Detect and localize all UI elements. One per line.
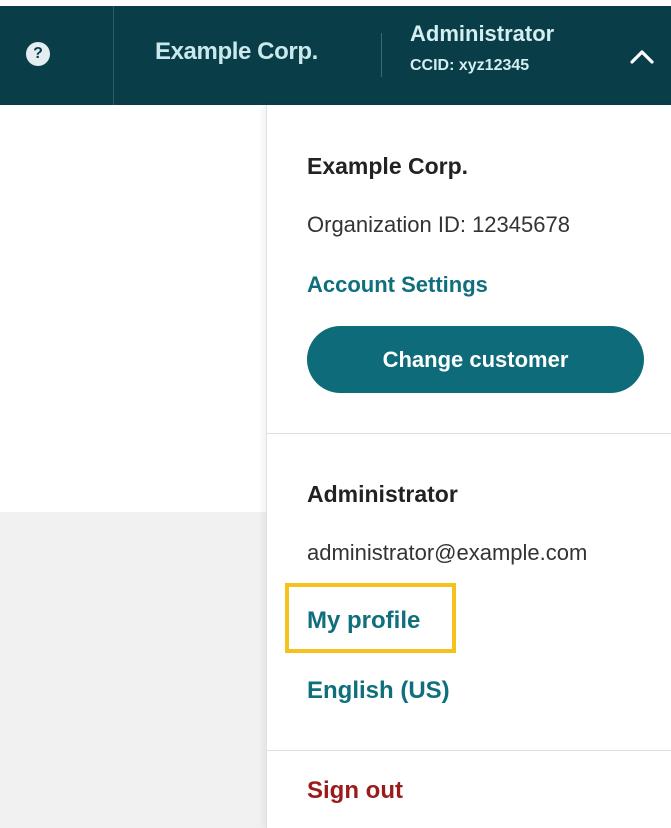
dropdown-company-name: Example Corp. [307,153,469,179]
header-divider [381,33,382,77]
section-divider [267,750,671,751]
help-icon[interactable]: ? [26,42,50,66]
chevron-up-icon[interactable] [626,43,658,71]
company-switcher-label[interactable]: Example Corp. [155,38,318,66]
top-navigation-bar: ? Example Corp. Administrator CCID: xyz1… [0,6,671,105]
user-menu-name[interactable]: Administrator [410,21,554,47]
page-background-panel [0,512,267,828]
help-cell: ? [0,6,114,105]
account-settings-link[interactable]: Account Settings [307,272,488,298]
sign-out-link[interactable]: Sign out [307,777,403,805]
organization-id: Organization ID: 12345678 [307,212,570,237]
my-profile-link[interactable]: My profile [307,607,420,635]
user-menu-dropdown: Example Corp. Organization ID: 12345678 … [266,105,671,828]
user-menu-ccid[interactable]: CCID: xyz12345 [410,57,529,75]
section-divider [267,433,671,434]
dropdown-user-name: Administrator [307,481,458,507]
change-customer-button[interactable]: Change customer [307,326,644,393]
user-email: administrator@example.com [307,540,588,565]
language-selector[interactable]: English (US) [307,677,450,705]
